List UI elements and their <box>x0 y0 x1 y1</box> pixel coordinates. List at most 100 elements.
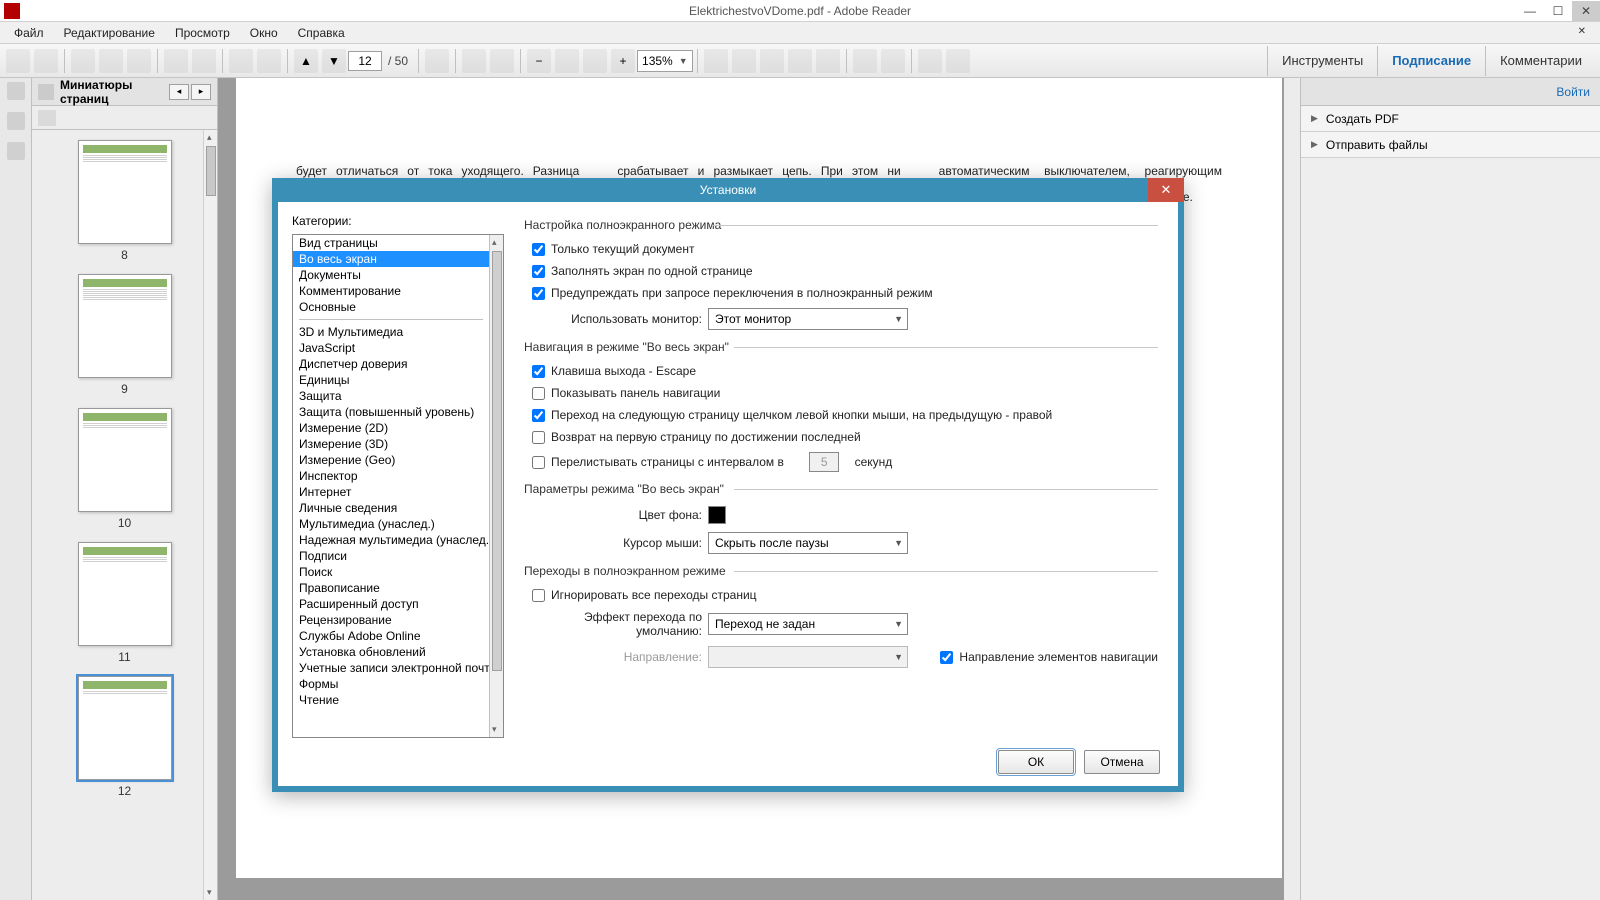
zoom-combo[interactable]: 135%▼ <box>637 50 693 72</box>
thumb-label[interactable]: 12 <box>118 784 131 798</box>
select-icon[interactable] <box>462 49 486 73</box>
ok-button[interactable]: ОК <box>998 750 1074 774</box>
prev-page-icon[interactable] <box>257 49 281 73</box>
category-item[interactable]: Учетные записи электронной почты <box>293 660 489 676</box>
category-item[interactable]: Чтение <box>293 692 489 708</box>
thumb-label[interactable]: 10 <box>118 516 131 530</box>
attachments-icon[interactable] <box>7 142 25 160</box>
down-icon[interactable]: ▼ <box>322 49 346 73</box>
hand-icon[interactable] <box>490 49 514 73</box>
category-item[interactable]: Формы <box>293 676 489 692</box>
thumb-options-icon[interactable] <box>38 110 56 126</box>
close-button[interactable]: ✕ <box>1572 1 1600 21</box>
vertical-scrollbar[interactable] <box>1284 78 1300 900</box>
category-item[interactable]: Защита <box>293 388 489 404</box>
zoom-marquee-icon[interactable] <box>555 49 579 73</box>
reading-mode-icon[interactable] <box>425 49 449 73</box>
up-icon[interactable]: ▲ <box>294 49 318 73</box>
login-link[interactable]: Войти <box>1556 85 1590 99</box>
read-mode-icon[interactable] <box>918 49 942 73</box>
tab-comments[interactable]: Комментарии <box>1485 46 1596 76</box>
category-item[interactable]: Расширенный доступ <box>293 596 489 612</box>
thumb-label[interactable]: 9 <box>121 382 128 396</box>
page-display4-icon[interactable] <box>788 49 812 73</box>
chk-warn-fullscreen[interactable] <box>532 287 545 300</box>
show-icon[interactable] <box>881 49 905 73</box>
category-item[interactable]: Надежная мультимедиа (унаслед.) <box>293 532 489 548</box>
menu-file[interactable]: Файл <box>4 24 54 42</box>
page-number-input[interactable] <box>348 51 382 71</box>
thumb-label[interactable]: 11 <box>118 650 130 664</box>
menu-help[interactable]: Справка <box>288 24 355 42</box>
cursor-combo[interactable]: Скрыть после паузы▼ <box>708 532 908 554</box>
category-item[interactable]: Вид страницы <box>293 235 489 251</box>
categories-scrollbar[interactable] <box>489 235 503 737</box>
monitor-combo[interactable]: Этот монитор▼ <box>708 308 908 330</box>
create-pdf-icon[interactable] <box>34 49 58 73</box>
page-display5-icon[interactable] <box>816 49 840 73</box>
category-item[interactable]: Мультимедиа (унаслед.) <box>293 516 489 532</box>
category-item[interactable]: Во весь экран <box>293 251 489 267</box>
category-item[interactable]: Основные <box>293 299 489 315</box>
zoom-out-icon[interactable]: − <box>527 49 551 73</box>
category-item[interactable]: Диспетчер доверия <box>293 356 489 372</box>
page-display3-icon[interactable] <box>760 49 784 73</box>
thumbnails-tab-icon[interactable] <box>7 82 25 100</box>
advance-seconds-input[interactable] <box>809 452 839 472</box>
thumb-prev-icon[interactable]: ◂ <box>169 84 189 100</box>
category-item[interactable]: JavaScript <box>293 340 489 356</box>
category-item[interactable]: Измерение (2D) <box>293 420 489 436</box>
first-page-icon[interactable] <box>229 49 253 73</box>
chk-click-next[interactable] <box>532 409 545 422</box>
save2-icon[interactable] <box>853 49 877 73</box>
categories-listbox[interactable]: Вид страницыВо весь экранДокументыКоммен… <box>292 234 504 738</box>
zoom-in-icon[interactable]: + <box>611 49 635 73</box>
doc-close-icon[interactable]: ✕ <box>1568 24 1596 39</box>
zoom-100-icon[interactable] <box>583 49 607 73</box>
folder-icon[interactable] <box>99 49 123 73</box>
category-item[interactable]: Подписи <box>293 548 489 564</box>
chk-fill-one-page[interactable] <box>532 265 545 278</box>
chk-show-navbar[interactable] <box>532 387 545 400</box>
chk-auto-advance[interactable] <box>532 456 545 469</box>
category-item[interactable]: Измерение (Geo) <box>293 452 489 468</box>
chk-nav-direction[interactable] <box>940 651 953 664</box>
menu-view[interactable]: Просмотр <box>165 24 240 42</box>
category-item[interactable]: Измерение (3D) <box>293 436 489 452</box>
effect-combo[interactable]: Переход не задан▼ <box>708 613 908 635</box>
category-item[interactable]: Установка обновлений <box>293 644 489 660</box>
chk-ignore-transitions[interactable] <box>532 589 545 602</box>
tab-sign[interactable]: Подписание <box>1377 46 1485 76</box>
bgcolor-swatch[interactable] <box>708 506 726 524</box>
email-icon[interactable] <box>192 49 216 73</box>
category-item[interactable]: 3D и Мультимедиа <box>293 324 489 340</box>
chk-escape-exit[interactable] <box>532 365 545 378</box>
chk-current-doc[interactable] <box>532 243 545 256</box>
category-item[interactable]: Интернет <box>293 484 489 500</box>
bookmark-icon[interactable] <box>7 112 25 130</box>
category-item[interactable]: Рецензирование <box>293 612 489 628</box>
tab-tools[interactable]: Инструменты <box>1267 46 1377 76</box>
fullscreen-icon[interactable] <box>946 49 970 73</box>
category-item[interactable]: Инспектор <box>293 468 489 484</box>
category-item[interactable]: Единицы <box>293 372 489 388</box>
save-icon[interactable] <box>71 49 95 73</box>
page-display-icon[interactable] <box>704 49 728 73</box>
cancel-button[interactable]: Отмена <box>1084 750 1160 774</box>
thumb-next-icon[interactable]: ▸ <box>191 84 211 100</box>
category-item[interactable]: Комментирование <box>293 283 489 299</box>
page-display2-icon[interactable] <box>732 49 756 73</box>
minimize-button[interactable]: — <box>1516 1 1544 21</box>
dialog-close-button[interactable]: ✕ <box>1148 178 1184 202</box>
category-item[interactable]: Правописание <box>293 580 489 596</box>
thumbnail-selected[interactable] <box>78 676 172 780</box>
category-item[interactable]: Документы <box>293 267 489 283</box>
envelope-icon[interactable] <box>127 49 151 73</box>
maximize-button[interactable]: ☐ <box>1544 1 1572 21</box>
panel-create-pdf[interactable]: ▶Создать PDF <box>1301 106 1600 132</box>
print-icon[interactable] <box>164 49 188 73</box>
category-item[interactable]: Личные сведения <box>293 500 489 516</box>
panel-send-files[interactable]: ▶Отправить файлы <box>1301 132 1600 158</box>
menu-window[interactable]: Окно <box>240 24 288 42</box>
thumb-label[interactable]: 8 <box>121 248 128 262</box>
